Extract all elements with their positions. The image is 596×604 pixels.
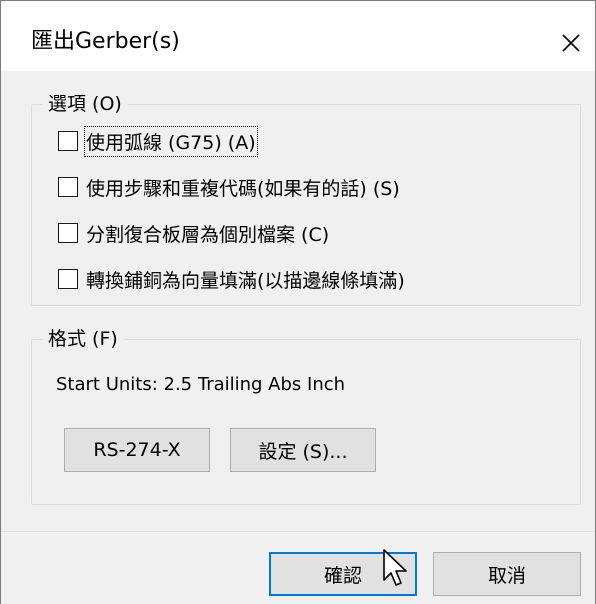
option-convert-copper[interactable]: 轉換鋪銅為向量填滿(以描邊線條填滿) (58, 264, 405, 294)
option-split-composite[interactable]: 分割復合板層為個別檔案 (C) (58, 218, 329, 248)
dialog-footer: 確認 取消 (1, 531, 595, 604)
close-button[interactable] (547, 19, 595, 67)
split-composite-checkbox[interactable] (58, 223, 78, 243)
option-step-repeat[interactable]: 使用步驟和重複代碼(如果有的話) (S) (58, 172, 400, 202)
split-composite-label: 分割復合板層為個別檔案 (C) (86, 223, 330, 246)
convert-copper-checkbox[interactable] (58, 269, 78, 289)
mouse-pointer-icon (383, 549, 407, 586)
dialog-title: 匯出Gerber(s) (31, 29, 180, 54)
options-group: 選項 (O) 使用弧線 (G75) (A) 使用步驟和重複代碼(如果有的話) (… (31, 91, 581, 306)
format-group: 格式 (F) Start Units: 2.5 Trailing Abs Inc… (31, 326, 581, 505)
export-gerber-dialog: 匯出Gerber(s) 選項 (O) 使用弧線 (G75) (A) 使用步驟和重… (0, 0, 596, 604)
option-use-arcs[interactable]: 使用弧線 (G75) (A) (58, 125, 258, 157)
settings-button[interactable]: 設定 (S)... (230, 428, 376, 472)
use-arcs-label: 使用弧線 (G75) (A) (84, 125, 258, 157)
options-legend: 選項 (O) (42, 91, 128, 117)
convert-copper-label: 轉換鋪銅為向量填滿(以描邊線條填滿) (86, 269, 405, 292)
step-repeat-checkbox[interactable] (58, 177, 78, 197)
close-icon (562, 34, 580, 52)
cancel-button[interactable]: 取消 (433, 552, 581, 596)
use-arcs-checkbox[interactable] (58, 131, 78, 151)
step-repeat-label: 使用步驟和重複代碼(如果有的話) (S) (86, 177, 400, 200)
dialog-body: 選項 (O) 使用弧線 (G75) (A) 使用步驟和重複代碼(如果有的話) (… (1, 71, 595, 531)
format-info-text: Start Units: 2.5 Trailing Abs Inch (56, 374, 346, 395)
format-legend: 格式 (F) (42, 326, 124, 352)
rs274x-button[interactable]: RS-274-X (64, 428, 210, 472)
